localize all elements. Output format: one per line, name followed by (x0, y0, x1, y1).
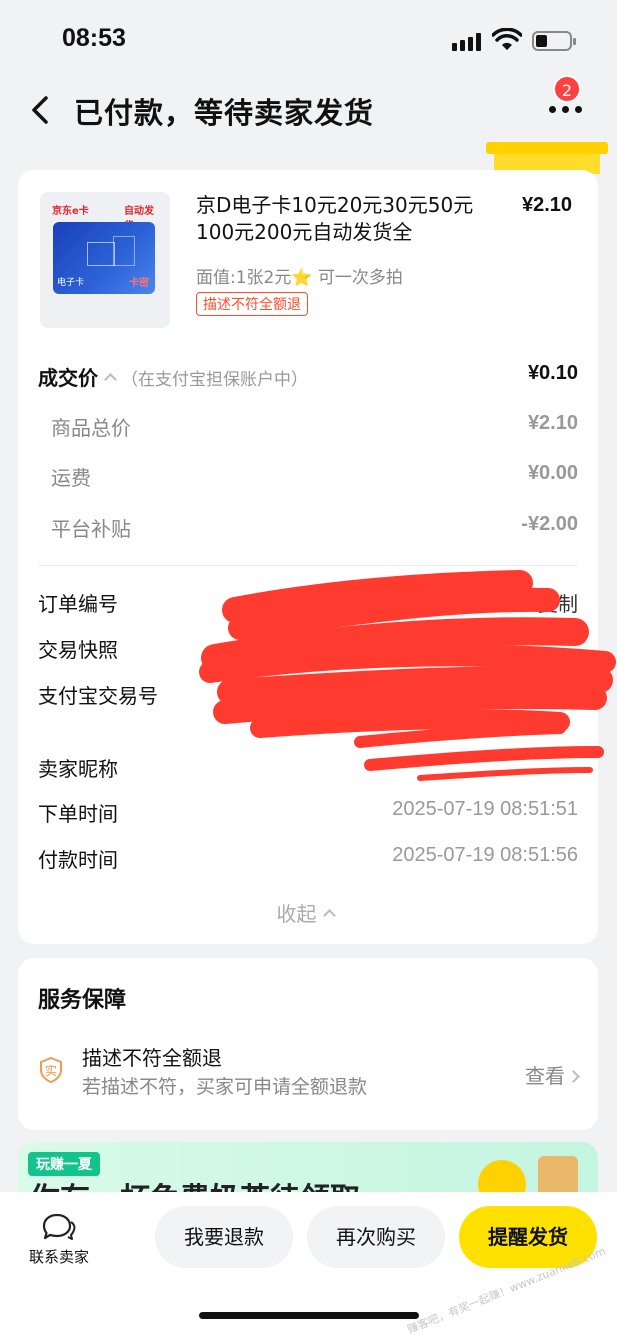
order-time-value: 2025-07-19 08:51:51 (392, 798, 578, 820)
gift-card-graphic: 电子卡 卡密 (53, 222, 155, 294)
nav-bar: 已付款，等待卖家发货 2 (0, 75, 617, 140)
service-item-title: 描述不符全额退 (82, 1046, 222, 1070)
view-service-button[interactable]: 查看 (525, 1060, 580, 1089)
payment-time-label: 付款时间 (38, 848, 118, 872)
service-title: 服务保障 (38, 988, 127, 1013)
product-sku: 面值:1张2元⭐ 可一次多拍 (196, 268, 403, 288)
cellular-signal-icon (452, 33, 482, 51)
svg-text:实: 实 (45, 1063, 57, 1078)
product-title[interactable]: 京D电子卡10元20元30元50元100元200元自动发货全 (196, 192, 506, 246)
contact-seller-label[interactable]: 联系卖家 (20, 1246, 98, 1267)
battery-icon (532, 31, 576, 51)
shipping-fee-label: 运费 (51, 466, 91, 490)
product-image-brand: 京东e卡 (52, 206, 89, 217)
alipay-number-label: 支付宝交易号 (38, 684, 158, 708)
deal-price-label: 成交价 (38, 366, 98, 390)
notification-badge: 2 (553, 75, 581, 103)
order-time-label: 下单时间 (38, 802, 118, 826)
deal-price-value: ¥0.10 (527, 362, 578, 384)
gift-card-type: 电子卡 (57, 278, 85, 288)
status-bar: 08:53 (0, 0, 617, 80)
payment-time-value: 2025-07-19 08:51:56 (392, 844, 578, 866)
shipping-fee-value: ¥0.00 (527, 462, 578, 484)
service-guarantee-card: 服务保障 实 描述不符全额退 若描述不符，买家可申请全额退款 查看 (18, 958, 598, 1130)
wifi-icon (492, 28, 522, 50)
order-number-label: 订单编号 (38, 592, 118, 616)
status-time: 08:53 (62, 24, 126, 52)
service-item-desc: 若描述不符，买家可申请全额退款 (82, 1076, 368, 1098)
shield-icon: 实 (40, 1056, 62, 1084)
yellow-box-decoration (486, 142, 608, 174)
request-refund-button[interactable]: 我要退款 (155, 1206, 293, 1268)
chat-icon[interactable] (40, 1212, 76, 1242)
collapse-button[interactable]: 收起 (18, 898, 598, 927)
deal-price-note: （在支付宝担保账户中） (121, 370, 308, 390)
home-indicator (199, 1312, 419, 1319)
bottom-action-bar: 联系卖家 我要退款 再次购买 提醒发货 赚客吧，有奖一起赚！www.zuanke… (0, 1192, 617, 1334)
platform-subsidy-value: -¥2.00 (521, 513, 578, 535)
product-image[interactable]: 京东e卡 自动发货 电子卡 卡密 (40, 192, 170, 328)
platform-subsidy-label: 平台补贴 (51, 517, 131, 541)
more-options-icon[interactable] (548, 102, 584, 114)
product-price: ¥2.10 (522, 194, 573, 216)
collapse-label: 收起 (276, 902, 317, 926)
chevron-right-icon (567, 1070, 580, 1083)
view-service-label: 查看 (525, 1064, 565, 1088)
goods-total-label: 商品总价 (51, 416, 131, 440)
chevron-up-icon (104, 373, 117, 386)
seller-nickname-label: 卖家昵称 (38, 757, 118, 781)
order-card: 京东e卡 自动发货 电子卡 卡密 京D电子卡10元20元30元50元100元20… (18, 170, 598, 944)
gift-card-code-label: 卡密 (129, 278, 149, 289)
snapshot-label: 交易快照 (38, 638, 118, 662)
promo-tag: 玩赚一夏 (28, 1152, 100, 1176)
chevron-up-icon (322, 909, 336, 922)
divider (38, 565, 578, 566)
back-arrow-icon[interactable] (26, 92, 56, 128)
goods-total-value: ¥2.10 (527, 412, 578, 434)
refund-guarantee-tag: 描述不符全额退 (196, 292, 308, 316)
buy-again-button[interactable]: 再次购买 (307, 1206, 445, 1268)
copy-order-number-button[interactable]: 复制 (528, 588, 578, 617)
page-title: 已付款，等待卖家发货 (74, 96, 375, 130)
